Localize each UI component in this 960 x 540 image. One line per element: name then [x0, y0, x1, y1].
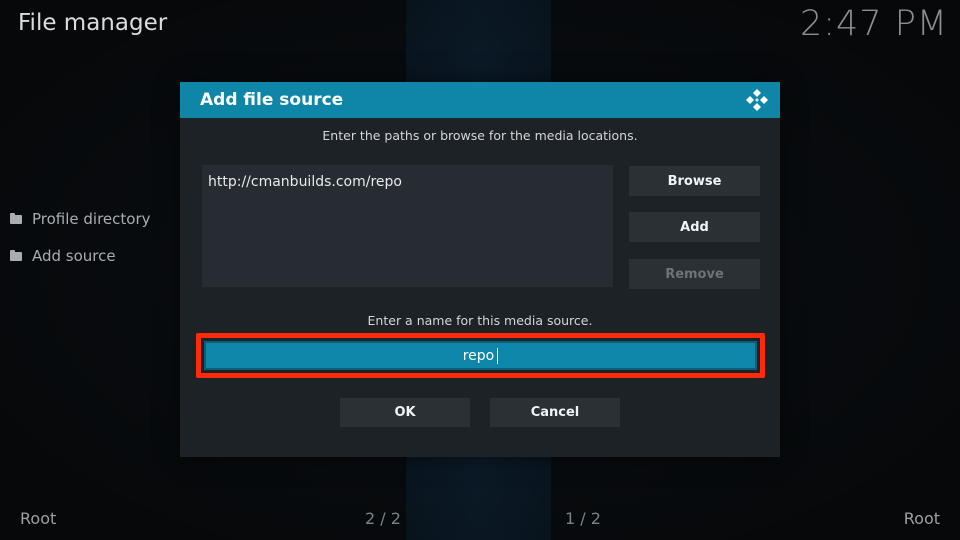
folder-icon — [10, 212, 22, 224]
sidebar-item-profile-directory[interactable]: Profile directory — [10, 207, 151, 231]
footer-page-indicator-left: 2 / 2 — [365, 509, 401, 528]
sidebar-item-label: Profile directory — [32, 210, 151, 228]
dialog-header: Add file source — [180, 82, 780, 118]
kodi-logo-icon — [746, 89, 768, 111]
page-title: File manager — [18, 10, 168, 36]
browse-button[interactable]: Browse — [629, 166, 760, 196]
remove-button[interactable]: Remove — [629, 259, 760, 289]
name-instruction: Enter a name for this media source. — [367, 313, 593, 328]
sidebar-item-label: Add source — [32, 247, 116, 265]
cancel-button[interactable]: Cancel — [490, 398, 620, 427]
source-name-input[interactable]: repo — [204, 341, 757, 370]
footer-page-indicator-right: 1 / 2 — [565, 509, 601, 528]
clock: 2:47 PM — [799, 4, 948, 44]
path-entry[interactable]: http://cmanbuilds.com/repo — [208, 174, 402, 190]
paths-instruction: Enter the paths or browse for the media … — [322, 128, 638, 143]
footer-root-right: Root — [903, 509, 940, 528]
add-button[interactable]: Add — [629, 212, 760, 242]
dialog-title: Add file source — [200, 90, 344, 110]
add-file-source-dialog: Add file source Enter the paths or brows… — [180, 82, 780, 457]
text-caret — [497, 347, 499, 364]
ok-button[interactable]: OK — [340, 398, 470, 427]
source-name-value: repo — [462, 347, 495, 364]
folder-icon — [10, 249, 22, 261]
path-list-field[interactable]: http://cmanbuilds.com/repo — [202, 165, 613, 287]
sidebar-list: Profile directory Add source — [10, 207, 151, 281]
sidebar-item-add-source[interactable]: Add source — [10, 244, 151, 268]
footer-root-left: Root — [20, 509, 57, 528]
